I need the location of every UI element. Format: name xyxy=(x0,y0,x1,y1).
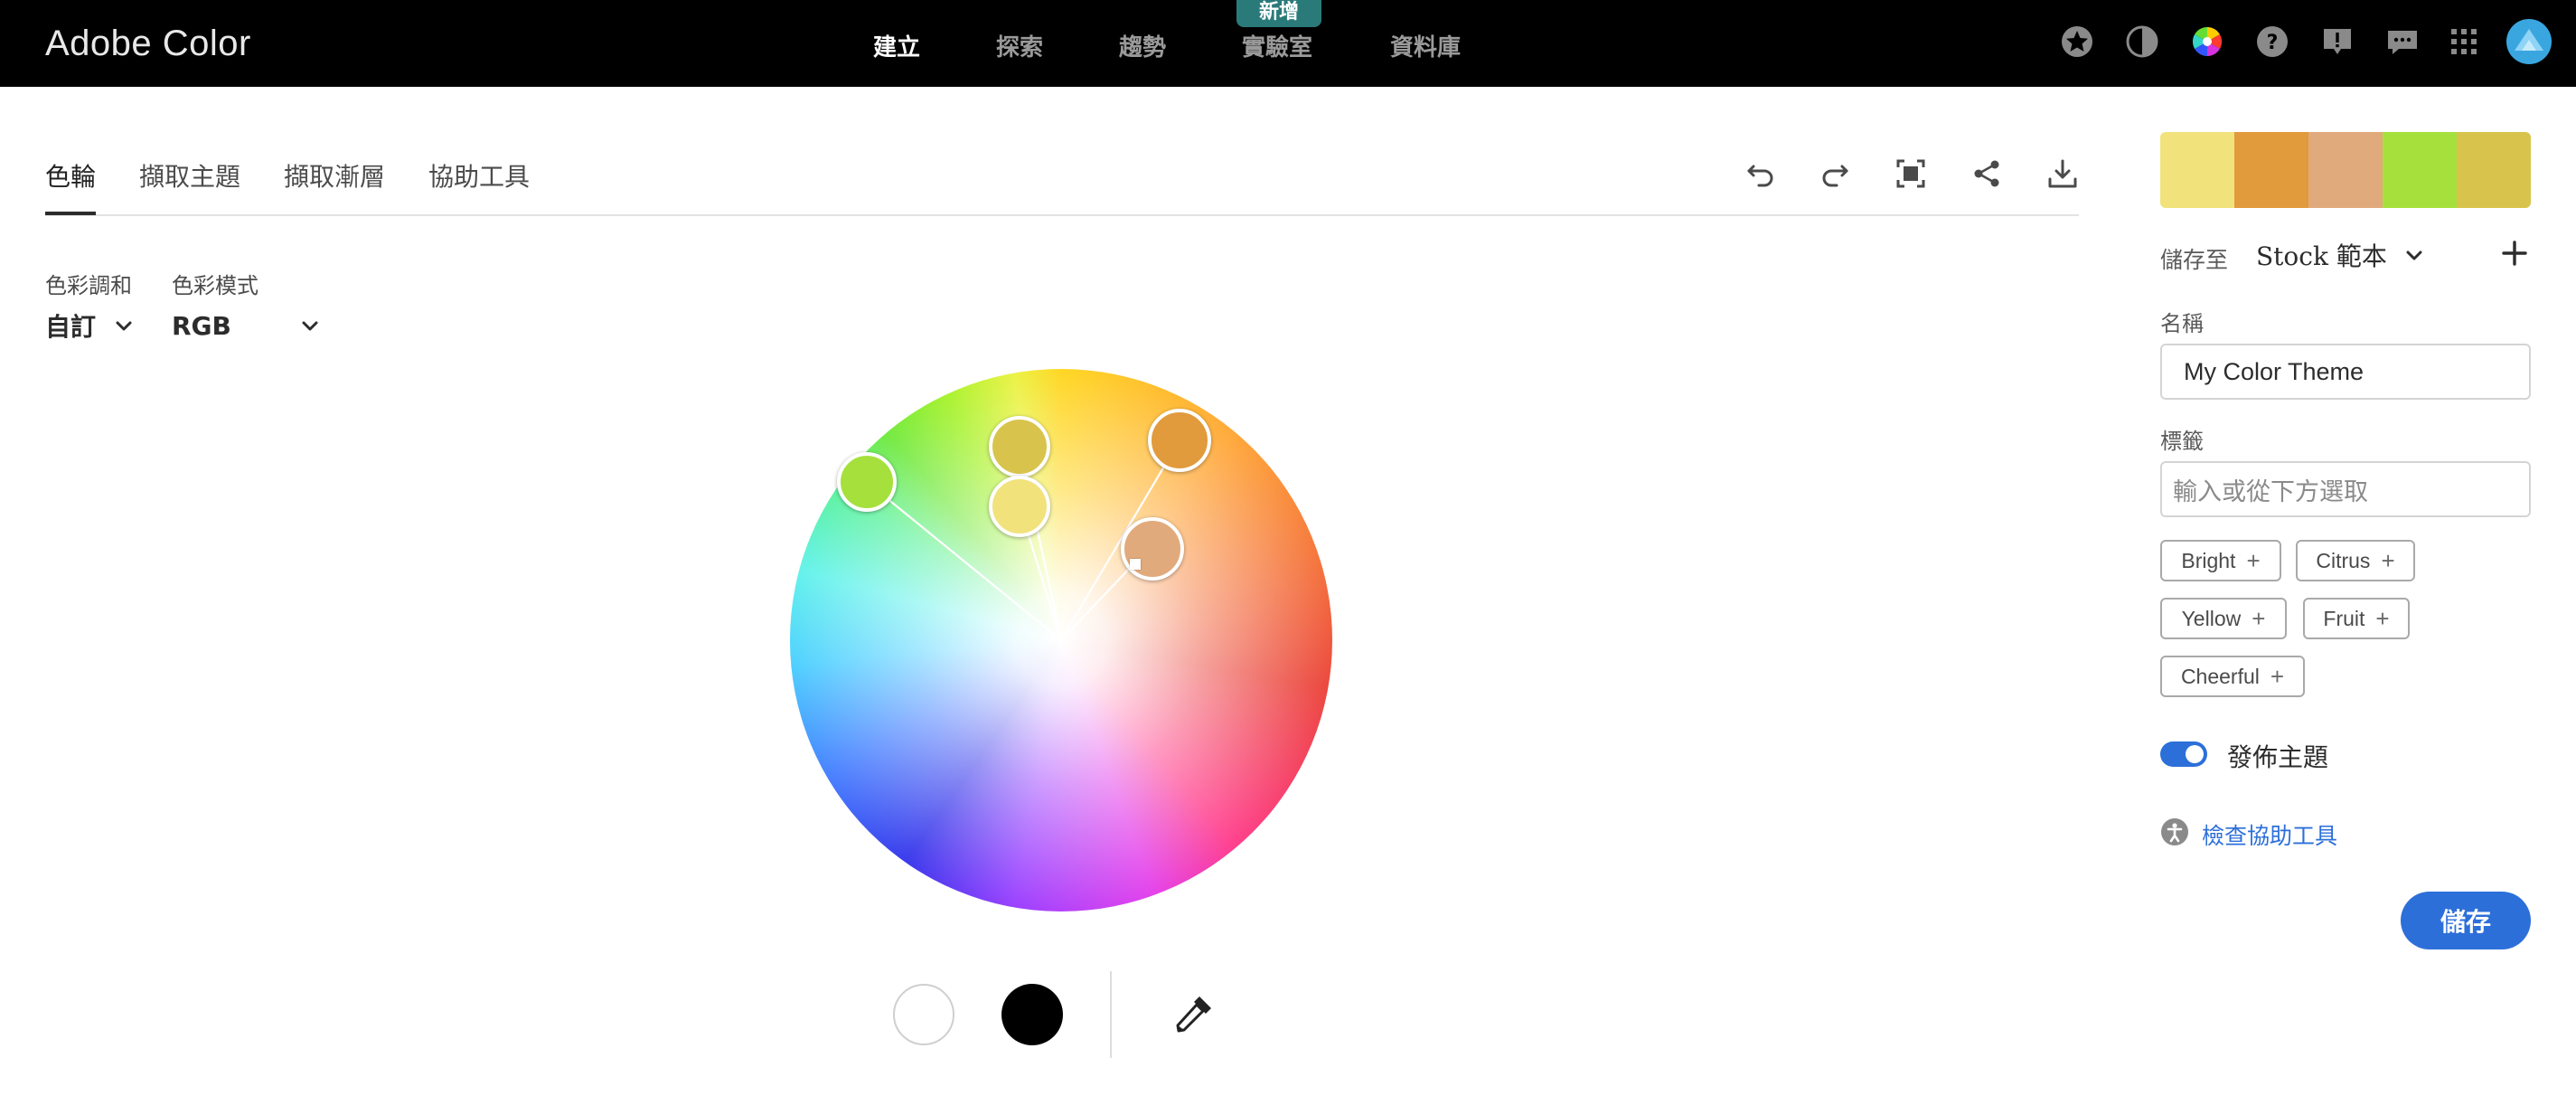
eyedropper-icon[interactable] xyxy=(1170,991,1217,1038)
alert-icon[interactable] xyxy=(2319,24,2355,60)
color-mode-dropdown[interactable]: RGB xyxy=(172,307,320,344)
tag-chip[interactable]: Cheerful + xyxy=(2160,656,2305,697)
palette-swatch[interactable] xyxy=(2457,132,2531,208)
chevron-down-icon xyxy=(2406,250,2422,260)
save-button[interactable]: 儲存 xyxy=(2401,892,2531,949)
tab-extract-theme[interactable]: 擷取主題 xyxy=(139,157,240,194)
brand-logo[interactable]: Adobe Color xyxy=(45,24,251,64)
top-navigation: Adobe Color 建立 探索 趨勢 新增 實驗室 資料庫 ? xyxy=(0,0,2576,87)
star-icon[interactable] xyxy=(2059,24,2095,60)
color-wheel[interactable] xyxy=(790,369,1332,911)
avatar[interactable] xyxy=(2505,18,2552,65)
chevron-down-icon xyxy=(302,321,318,331)
color-handle-tan-base[interactable] xyxy=(1121,517,1184,581)
theme-palette xyxy=(2160,132,2531,208)
add-library-icon[interactable] xyxy=(2498,237,2531,269)
download-icon[interactable] xyxy=(2043,154,2082,194)
check-accessibility-link[interactable]: 檢查協助工具 xyxy=(2202,818,2337,851)
handle-connector-lines xyxy=(866,439,1180,641)
palette-swatch[interactable] xyxy=(2160,132,2234,208)
tag-chip[interactable]: Fruit + xyxy=(2303,598,2410,639)
plus-icon: + xyxy=(2246,547,2261,574)
help-icon[interactable]: ? xyxy=(2254,24,2290,60)
plus-icon: + xyxy=(2375,605,2390,632)
tag-label: Fruit xyxy=(2323,606,2365,630)
publish-theme-label: 發佈主題 xyxy=(2227,742,2329,772)
publish-theme-toggle[interactable] xyxy=(2160,741,2207,767)
black-brightness-button[interactable] xyxy=(1001,984,1063,1045)
palette-swatch[interactable] xyxy=(2234,132,2308,208)
color-handle-yellow[interactable] xyxy=(989,476,1050,537)
tag-chip[interactable]: Yellow + xyxy=(2160,598,2287,639)
color-handle-orange[interactable] xyxy=(1148,409,1211,472)
active-tab-indicator xyxy=(45,212,96,215)
white-brightness-button[interactable] xyxy=(893,984,954,1045)
tag-chip[interactable]: Bright + xyxy=(2160,540,2281,581)
color-handle-green[interactable] xyxy=(837,452,897,512)
toggle-knob xyxy=(2186,745,2204,763)
save-to-value: Stock 範本 xyxy=(2256,241,2387,271)
plus-icon: + xyxy=(2270,663,2285,690)
nav-tab-lab[interactable]: 實驗室 xyxy=(1242,29,1312,62)
palette-swatch[interactable] xyxy=(2308,132,2383,208)
tab-extract-gradient[interactable]: 擷取漸層 xyxy=(284,157,385,194)
color-mode-label: 色彩模式 xyxy=(172,273,259,298)
palette-swatch[interactable] xyxy=(2383,132,2457,208)
tag-label: Cheerful xyxy=(2180,664,2260,688)
tag-label: Bright xyxy=(2181,548,2236,572)
chevron-down-icon xyxy=(116,321,132,331)
nav-tab-create[interactable]: 建立 xyxy=(873,29,920,62)
tools-divider xyxy=(1110,971,1112,1058)
contrast-icon[interactable] xyxy=(2124,24,2160,60)
save-to-dropdown[interactable]: Stock 範本 xyxy=(2256,237,2425,273)
apps-grid-icon[interactable] xyxy=(2446,24,2482,60)
save-to-label: 儲存至 xyxy=(2160,247,2229,273)
plus-icon: + xyxy=(2381,547,2395,574)
harmony-dropdown[interactable]: 自訂 xyxy=(45,307,134,344)
undo-icon[interactable] xyxy=(1741,154,1781,194)
tags-label: 標籤 xyxy=(2160,429,2204,454)
nav-tab-trends[interactable]: 趨勢 xyxy=(1119,29,1166,62)
tag-label: Citrus xyxy=(2316,548,2371,572)
new-badge: 新增 xyxy=(1236,0,1321,27)
color-wheel-icon[interactable] xyxy=(2189,24,2225,60)
tag-chip[interactable]: Citrus + xyxy=(2296,540,2415,581)
feedback-icon[interactable] xyxy=(2384,24,2421,60)
fullscreen-icon[interactable] xyxy=(1891,154,1931,194)
tags-input[interactable]: 輸入或從下方選取 xyxy=(2160,461,2531,517)
color-handle-olive[interactable] xyxy=(989,416,1050,477)
harmony-value: 自訂 xyxy=(45,312,97,342)
nav-tab-explore[interactable]: 探索 xyxy=(996,29,1043,62)
theme-name-input[interactable]: My Color Theme xyxy=(2160,344,2531,400)
tab-color-wheel[interactable]: 色輪 xyxy=(45,157,96,194)
nav-tab-library[interactable]: 資料庫 xyxy=(1390,29,1461,62)
tab-divider xyxy=(45,214,2079,216)
share-icon[interactable] xyxy=(1967,154,2007,194)
base-color-marker xyxy=(1130,559,1141,570)
plus-icon: + xyxy=(2252,605,2266,632)
svg-text:?: ? xyxy=(2267,32,2279,54)
color-mode-value: RGB xyxy=(172,310,231,341)
tab-accessibility-tools[interactable]: 協助工具 xyxy=(428,157,530,194)
tag-label: Yellow xyxy=(2181,606,2242,630)
accessibility-icon xyxy=(2160,817,2189,846)
name-label: 名稱 xyxy=(2160,311,2204,336)
redo-icon[interactable] xyxy=(1815,154,1855,194)
harmony-label: 色彩調和 xyxy=(45,273,132,298)
